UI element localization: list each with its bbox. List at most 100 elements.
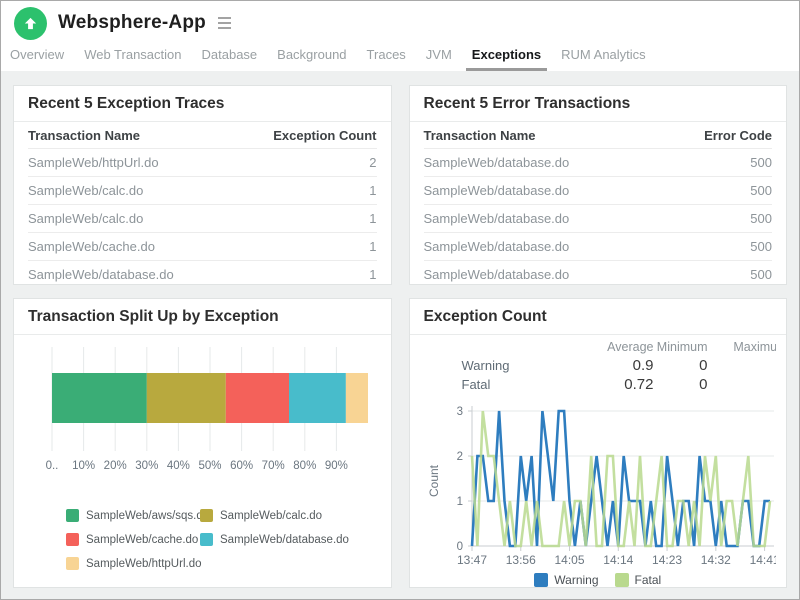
- x-tick-label: 14:05: [554, 553, 584, 567]
- stats-value: 0.9: [572, 356, 654, 375]
- exception-stats-clip: AverageMinimumMaximum Warning0.903 Fatal0.…: [424, 335, 776, 394]
- panel-recent-error-transactions: Recent 5 Error Transactions Transaction …: [409, 85, 788, 285]
- table-header-row: Transaction Name Error Code: [424, 122, 773, 149]
- x-tick-label: 13:56: [505, 553, 535, 567]
- x-tick-label: 60%: [230, 460, 253, 472]
- panel-title: Transaction Split Up by Exception: [14, 299, 391, 335]
- transaction-name-cell: SampleWeb/database.do: [424, 267, 570, 282]
- series-line-warning: [472, 411, 770, 546]
- y-axis-label: Count: [427, 464, 441, 497]
- legend-label: SampleWeb/cache.do: [86, 534, 198, 546]
- stats-value: 0.72: [572, 375, 654, 394]
- stats-value: 0: [654, 375, 708, 394]
- x-tick-label: 14:41: [749, 553, 775, 567]
- panel-exception-count: Exception Count AverageMinimumMaximum War…: [409, 298, 788, 588]
- legend-label: SampleWeb/database.do: [220, 534, 349, 546]
- panel-recent-exception-traces: Recent 5 Exception Traces Transaction Na…: [13, 85, 392, 285]
- x-tick-label: 90%: [325, 460, 348, 472]
- legend-item[interactable]: SampleWeb/database.do: [200, 533, 391, 546]
- transaction-name-cell: SampleWeb/calc.do: [28, 183, 143, 198]
- legend-swatch: [534, 573, 548, 587]
- table-row: SampleWeb/httpUrl.do 2: [28, 149, 377, 177]
- legend-label: SampleWeb/aws/sqs.do: [86, 510, 209, 522]
- stats-value: 3: [708, 356, 776, 375]
- x-tick-label: 10%: [72, 460, 95, 472]
- stacked-bar-plot: 0..10%20%30%40%50%60%70%80%90%: [28, 343, 380, 478]
- tab-jvm[interactable]: JVM: [420, 45, 458, 68]
- stats-value: 3: [708, 375, 776, 394]
- legend-swatch: [615, 573, 629, 587]
- legend-item[interactable]: SampleWeb/httpUrl.do: [66, 557, 200, 570]
- panel-title: Exception Count: [410, 299, 787, 335]
- legend-label: Warning: [554, 573, 598, 587]
- x-tick-label: 70%: [262, 460, 285, 472]
- x-tick-label: 0..: [46, 460, 59, 472]
- table-row: SampleWeb/calc.do1: [28, 205, 377, 233]
- table-row: SampleWeb/database.do500: [424, 177, 773, 205]
- tab-database[interactable]: Database: [196, 45, 264, 68]
- table-row: SampleWeb/database.do500: [424, 149, 773, 177]
- app-window: Websphere-App Overview Web Transaction Dat…: [0, 0, 800, 600]
- x-tick-label: 80%: [293, 460, 316, 472]
- stacked-bar-chart: 0..10%20%30%40%50%60%70%80%90%: [14, 335, 391, 483]
- legend-label: SampleWeb/httpUrl.do: [86, 558, 201, 570]
- legend-item[interactable]: Warning: [534, 573, 598, 587]
- bar-segment-httpUrl.do: [346, 373, 368, 423]
- table-row: SampleWeb/cache.do1: [28, 233, 377, 261]
- legend-item[interactable]: Fatal: [615, 573, 662, 587]
- tab-rum-analytics[interactable]: RUM Analytics: [555, 45, 652, 68]
- exception-traces-table: Transaction NameException CountSampleWeb…: [14, 122, 391, 285]
- panel-title: Recent 5 Exception Traces: [14, 86, 391, 122]
- legend-item[interactable]: SampleWeb/cache.do: [66, 533, 200, 546]
- transaction-name-cell: SampleWeb/database.do: [424, 239, 570, 254]
- panel-title: Recent 5 Error Transactions: [410, 86, 787, 122]
- stats-column-header: Maximum: [708, 335, 776, 356]
- x-tick-label: 20%: [104, 460, 127, 472]
- tab-background[interactable]: Background: [271, 45, 352, 68]
- bar-segment-database.do: [289, 373, 346, 423]
- x-tick-label: 13:47: [456, 553, 486, 567]
- stats-row-label: Fatal: [462, 375, 572, 394]
- transaction-name-cell: SampleWeb/httpUrl.do: [28, 155, 159, 170]
- x-tick-label: 50%: [198, 460, 221, 472]
- transaction-name-cell: SampleWeb/database.do: [28, 267, 174, 282]
- column-header: Error Code: [704, 128, 772, 143]
- transaction-name-cell: SampleWeb/cache.do: [28, 239, 155, 254]
- legend-item[interactable]: SampleWeb/aws/sqs.do: [66, 509, 200, 522]
- table-row: SampleWeb/database.do 1: [28, 261, 377, 285]
- stats-corner: [462, 335, 572, 356]
- legend-label: Fatal: [635, 573, 662, 587]
- x-tick-label: 14:32: [700, 553, 730, 567]
- stats-column-header: Average: [572, 335, 654, 356]
- app-header: Websphere-App: [1, 1, 799, 45]
- tab-bar: Overview Web Transaction Database Backgroun…: [1, 45, 799, 71]
- stats-column-header: Minimum: [654, 335, 708, 356]
- table-row: SampleWeb/calc.do1: [28, 177, 377, 205]
- column-header: Transaction Name: [28, 128, 140, 143]
- legend-label: SampleWeb/calc.do: [220, 510, 322, 522]
- tab-web-transaction[interactable]: Web Transaction: [78, 45, 187, 68]
- panel-transaction-split: Transaction Split Up by Exception 0.. 10%…: [13, 298, 392, 588]
- hamburger-menu-icon[interactable]: [215, 14, 234, 32]
- value-cell: 1: [369, 267, 376, 282]
- x-tick-label: 40%: [167, 460, 190, 472]
- stats-row-label: Warning: [462, 356, 572, 375]
- legend-swatch: [200, 533, 213, 546]
- y-tick-label: 3: [456, 406, 462, 418]
- error-transactions-table: Transaction Name Error Code SampleWeb/data…: [410, 122, 787, 285]
- legend-item[interactable]: SampleWeb/calc.do: [200, 509, 391, 522]
- bar-segment-sqs.do: [52, 373, 147, 423]
- tab-exceptions[interactable]: Exceptions: [466, 45, 547, 71]
- legend-swatch: [66, 557, 79, 570]
- y-tick-label: 1: [456, 496, 462, 508]
- value-cell: 500: [750, 211, 772, 226]
- column-header: Transaction Name: [424, 128, 536, 143]
- bar-chart-legend: SampleWeb/aws/sqs.do SampleWeb/calc.do Sam…: [66, 509, 391, 570]
- tab-traces[interactable]: Traces: [361, 45, 412, 68]
- app-status-badge: [14, 7, 47, 40]
- tab-overview[interactable]: Overview: [4, 45, 70, 68]
- transaction-name-cell: SampleWeb/database.do: [424, 155, 570, 170]
- value-cell: 2: [369, 155, 376, 170]
- stats-value: 0: [654, 356, 708, 375]
- table-row: SampleWeb/database.do500: [424, 205, 773, 233]
